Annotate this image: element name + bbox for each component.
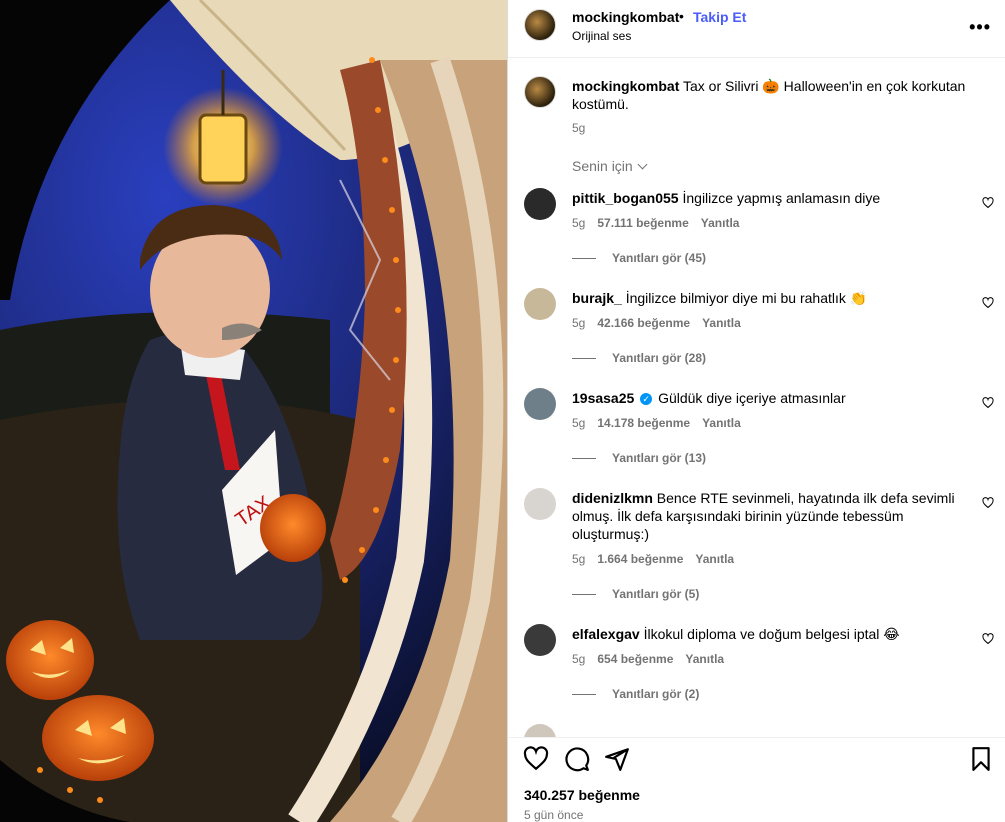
follow-button[interactable]: Takip Et — [693, 9, 746, 25]
replies-divider — [572, 258, 596, 260]
replies-divider — [572, 358, 596, 360]
heart-icon[interactable] — [523, 746, 549, 772]
comment-like-icon[interactable] — [982, 397, 994, 409]
replies-divider — [572, 594, 596, 596]
post-media[interactable]: TAX — [0, 0, 507, 822]
view-replies-button[interactable]: Yanıtları gör (13) — [572, 451, 706, 465]
post-actions-bar: 340.257 beğenme 5 gün önce — [508, 737, 1005, 822]
view-replies-label: Yanıtları gör (28) — [612, 351, 707, 365]
separator-dot: • — [679, 8, 684, 24]
commenter-username[interactable]: elfalexgav — [572, 626, 640, 642]
comment-body: İngilizce yapmış anlamasın diye — [682, 190, 881, 206]
caption-avatar[interactable] — [524, 76, 556, 108]
more-icon[interactable]: ••• — [969, 17, 991, 38]
author-avatar[interactable] — [524, 9, 556, 41]
comment-likes[interactable]: 654 beğenme — [597, 652, 673, 666]
view-replies-button[interactable]: Yanıtları gör (45) — [572, 251, 706, 265]
comment-text: didenizlkmn Bence RTE sevinmeli, hayatın… — [572, 489, 962, 543]
commenter-username[interactable]: burajk_ — [572, 290, 622, 306]
caption-text: mockingkombat Tax or Silivri 🎃 Halloween… — [572, 77, 982, 113]
author-username[interactable]: mockingkombat — [572, 9, 679, 25]
comment-time[interactable]: 5g — [572, 652, 585, 666]
view-replies-label: Yanıtları gör (2) — [612, 687, 700, 701]
reply-button[interactable]: Yanıtla — [685, 652, 724, 666]
view-replies-label: Yanıtları gör (13) — [612, 451, 707, 465]
commenter-avatar[interactable] — [524, 624, 556, 656]
comment-icon[interactable] — [564, 746, 590, 772]
view-replies-button[interactable]: Yanıtları gör (28) — [572, 351, 706, 365]
comment-likes[interactable]: 1.664 beğenme — [597, 552, 683, 566]
comment-sort-dropdown[interactable]: Senin için — [572, 158, 648, 174]
bookmark-icon[interactable] — [968, 746, 994, 772]
comment-meta: 5g 57.111 beğenme Yanıtla — [572, 216, 751, 230]
view-replies-button[interactable]: Yanıtları gör (2) — [572, 687, 699, 701]
chevron-down-icon — [637, 159, 648, 170]
comment-like-icon[interactable] — [982, 297, 994, 309]
comment-text: elfalexgav İlkokul diploma ve doğum belg… — [572, 625, 962, 643]
reply-button[interactable]: Yanıtla — [702, 416, 741, 430]
comment-like-icon[interactable] — [982, 197, 994, 209]
caption-username[interactable]: mockingkombat — [572, 78, 679, 94]
reply-button[interactable]: Yanıtla — [702, 316, 741, 330]
post-likes-count[interactable]: 340.257 beğenme — [524, 787, 640, 803]
commenter-avatar[interactable] — [524, 724, 556, 737]
post-header: mockingkombat • Takip Et Orijinal ses ••… — [508, 0, 1005, 58]
reply-button[interactable]: Yanıtla — [701, 216, 740, 230]
view-replies-button[interactable]: Yanıtları gör (5) — [572, 587, 699, 601]
comment-meta: 5g 654 beğenme Yanıtla — [572, 652, 736, 666]
commenter-avatar[interactable] — [524, 488, 556, 520]
comments-section[interactable]: mockingkombat Tax or Silivri 🎃 Halloween… — [508, 59, 1005, 737]
post-video-frame: TAX — [0, 0, 507, 822]
comment-meta: 5g 42.166 beğenme Yanıtla — [572, 316, 753, 330]
comment-meta: 5g 14.178 beğenme Yanıtla — [572, 416, 753, 430]
reply-button[interactable]: Yanıtla — [695, 552, 734, 566]
comment-likes[interactable]: 57.111 beğenme — [597, 216, 688, 230]
comment-sort-label: Senin için — [572, 158, 633, 174]
replies-divider — [572, 694, 596, 696]
commenter-avatar[interactable] — [524, 288, 556, 320]
replies-divider — [572, 458, 596, 460]
comment-time[interactable]: 5g — [572, 216, 585, 230]
comment-like-icon[interactable] — [982, 497, 994, 509]
audio-label[interactable]: Orijinal ses — [572, 29, 631, 43]
post-time-ago[interactable]: 5 gün önce — [524, 808, 583, 822]
comment-text: 19sasa25 ✓ Güldük diye içeriye atmasınla… — [572, 389, 962, 407]
comment-body: İngilizce bilmiyor diye mi bu rahatlık 👏 — [625, 290, 868, 306]
view-replies-label: Yanıtları gör (5) — [612, 587, 700, 601]
comment-text: pittik_bogan055 İngilizce yapmış anlamas… — [572, 189, 962, 207]
share-icon[interactable] — [604, 746, 630, 772]
comment-text: burajk_ İngilizce bilmiyor diye mi bu ra… — [572, 289, 962, 307]
commenter-username[interactable]: 19sasa25 — [572, 390, 634, 406]
comment-meta: 5g 1.664 beğenme Yanıtla — [572, 552, 746, 566]
caption-time[interactable]: 5g — [572, 121, 585, 135]
comment-body: Güldük diye içeriye atmasınlar — [658, 390, 846, 406]
comment-like-icon[interactable] — [982, 633, 994, 645]
comment-time[interactable]: 5g — [572, 552, 585, 566]
comment-time[interactable]: 5g — [572, 316, 585, 330]
comment-likes[interactable]: 42.166 beğenme — [597, 316, 690, 330]
comment-time[interactable]: 5g — [572, 416, 585, 430]
verified-badge-icon: ✓ — [640, 393, 653, 406]
commenter-username[interactable]: didenizlkmn — [572, 490, 653, 506]
commenter-avatar[interactable] — [524, 388, 556, 420]
view-replies-label: Yanıtları gör (45) — [612, 251, 707, 265]
comment-likes[interactable]: 14.178 beğenme — [597, 416, 690, 430]
commenter-avatar[interactable] — [524, 188, 556, 220]
commenter-username[interactable]: pittik_bogan055 — [572, 190, 679, 206]
post-side-panel: mockingkombat • Takip Et Orijinal ses ••… — [507, 0, 1005, 822]
comment-body: İlkokul diploma ve doğum belgesi iptal 😂 — [643, 626, 900, 642]
